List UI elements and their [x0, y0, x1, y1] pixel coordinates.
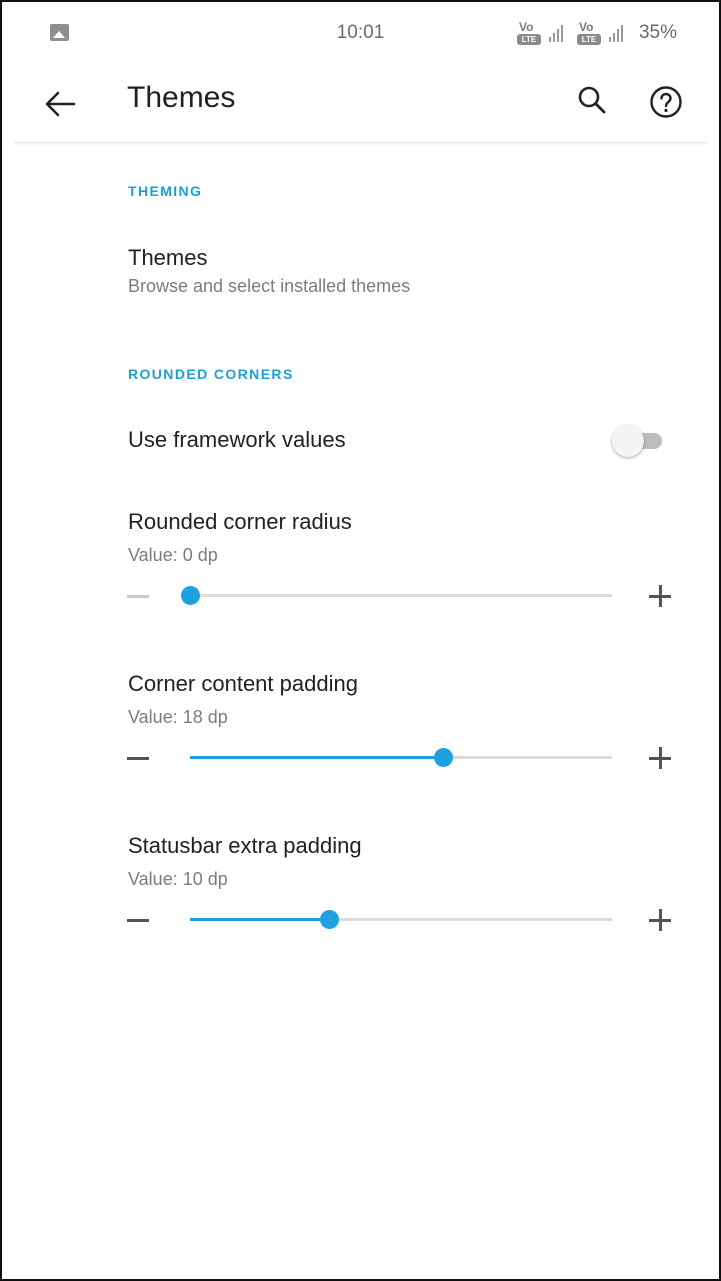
slider-fill	[190, 918, 330, 921]
slider-rail	[190, 594, 612, 597]
content-padding-title: Corner content padding	[128, 671, 358, 696]
statusbar-padding-title: Statusbar extra padding	[128, 833, 362, 858]
statusbar-padding-increase-button[interactable]	[640, 900, 680, 940]
slider-thumb[interactable]	[434, 748, 454, 767]
corner-radius-decrease-button[interactable]	[118, 576, 158, 616]
slider-fill	[190, 756, 444, 759]
app-bar: Themes	[14, 68, 707, 143]
help-button[interactable]	[644, 80, 688, 124]
status-bar: 10:01 Vo LTE Vo LTE 35%	[0, 0, 721, 68]
section-header-theming: THEMING	[128, 183, 203, 199]
slider-thumb[interactable]	[181, 586, 200, 605]
volte-icon: Vo LTE	[576, 20, 603, 46]
screen-frame	[0, 0, 721, 1281]
statusbar-padding-value: Value: 10 dp	[128, 869, 228, 889]
statusbar-padding-decrease-button[interactable]	[118, 900, 158, 940]
section-header-rounded-corners: ROUNDED CORNERS	[128, 366, 294, 382]
search-button[interactable]	[570, 80, 614, 124]
corner-radius-value: Value: 0 dp	[128, 545, 218, 565]
content-padding-decrease-button[interactable]	[118, 738, 158, 778]
corner-radius-title: Rounded corner radius	[128, 509, 352, 534]
volte-icon: Vo LTE	[516, 20, 543, 46]
signal-icon	[548, 24, 563, 42]
toggle-thumb	[612, 425, 644, 457]
content-padding-increase-button[interactable]	[640, 738, 680, 778]
page-title: Themes	[127, 81, 236, 114]
themes-item-title: Themes	[128, 245, 208, 270]
search-icon	[578, 86, 606, 114]
help-icon	[650, 86, 682, 118]
lte-badge: LTE	[576, 34, 601, 45]
corner-radius-increase-button[interactable]	[640, 576, 680, 616]
statusbar-padding-slider[interactable]	[190, 905, 612, 935]
themes-item-subtitle: Browse and select installed themes	[128, 276, 411, 296]
signal-icon	[608, 24, 623, 42]
slider-thumb[interactable]	[320, 910, 340, 929]
volte-label: Vo	[518, 20, 534, 34]
back-arrow-icon	[45, 91, 76, 117]
lte-badge: LTE	[516, 34, 541, 45]
content-padding-value: Value: 18 dp	[128, 707, 228, 727]
status-icons: Vo LTE Vo LTE 35%	[516, 20, 677, 46]
content-padding-slider[interactable]	[190, 743, 612, 773]
use-framework-values-title: Use framework values	[128, 427, 346, 452]
volte-label: Vo	[578, 20, 594, 34]
corner-radius-slider[interactable]	[181, 581, 612, 611]
use-framework-values-toggle[interactable]	[612, 424, 664, 457]
back-button[interactable]	[40, 82, 84, 126]
battery-level: 35%	[638, 22, 677, 43]
